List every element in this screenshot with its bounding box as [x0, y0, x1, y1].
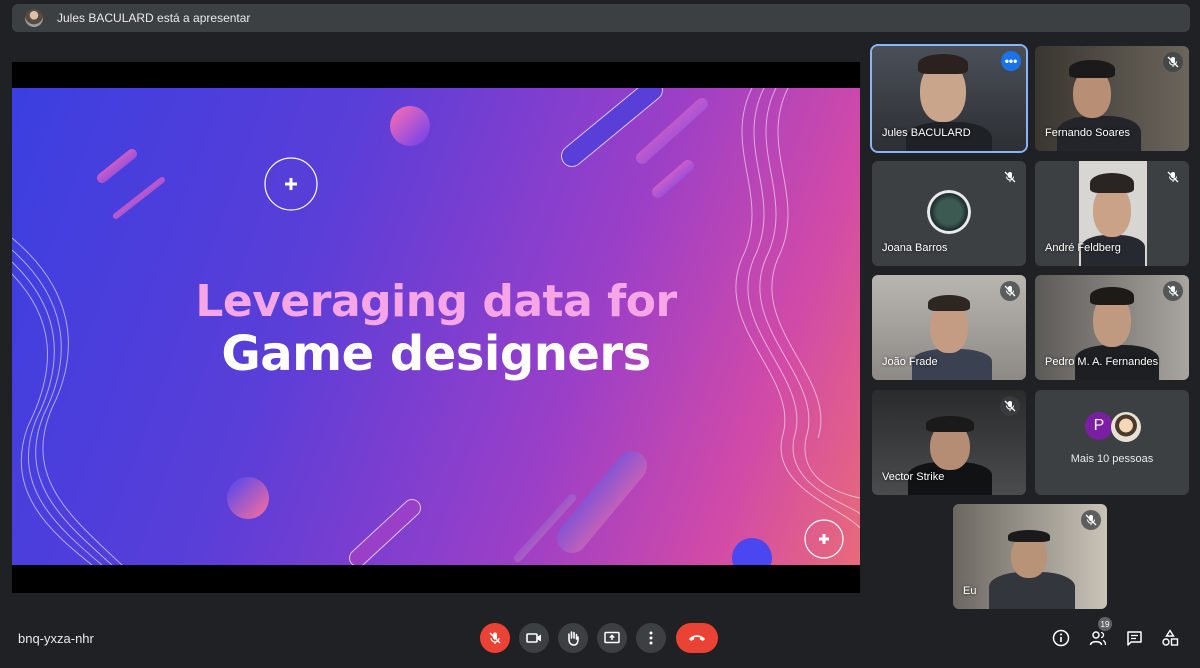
participants-button[interactable]	[1088, 628, 1108, 648]
participant-tile-pedro[interactable]: Pedro M. A. Fernandes	[1035, 275, 1189, 380]
present-screen-icon	[604, 631, 620, 644]
participant-tile-andre[interactable]: André Feldberg	[1035, 161, 1189, 266]
participant-tile-fernando[interactable]: Fernando Soares	[1035, 46, 1189, 151]
participant-count-badge: 19	[1098, 617, 1112, 631]
participant-tile-joana[interactable]: Joana Barros	[872, 161, 1026, 266]
participant-name: André Feldberg	[1045, 242, 1121, 254]
people-icon	[1089, 631, 1107, 646]
self-view-tile[interactable]: Eu	[953, 504, 1107, 609]
meeting-details-button[interactable]	[1051, 628, 1071, 648]
hang-up-icon	[689, 635, 705, 641]
more-vert-icon	[649, 631, 653, 645]
participant-tile-joao[interactable]: João Frade	[872, 275, 1026, 380]
mic-off-icon	[1081, 510, 1101, 530]
participant-name: Vector Strike	[882, 471, 945, 483]
slide-title-line2: Game designers	[221, 326, 651, 382]
chat-button[interactable]	[1124, 628, 1144, 648]
participant-name: Eu	[963, 585, 977, 597]
present-screen-button[interactable]	[597, 623, 627, 653]
mic-off-icon	[1163, 167, 1183, 187]
participant-tile-vector[interactable]: Vector Strike	[872, 390, 1026, 495]
activities-button[interactable]	[1160, 628, 1180, 648]
participant-name: Fernando Soares	[1045, 127, 1130, 139]
camera-toggle-button[interactable]	[519, 623, 549, 653]
mic-off-icon	[489, 632, 501, 644]
mic-off-icon	[1163, 52, 1183, 72]
camera-icon	[526, 633, 541, 643]
mic-toggle-button[interactable]	[480, 623, 510, 653]
chat-icon	[1126, 630, 1142, 646]
meeting-code: bnq-yxza-nhr	[18, 631, 94, 646]
mic-off-icon	[1000, 167, 1020, 187]
raise-hand-icon	[568, 631, 579, 646]
more-horiz-icon[interactable]: •••	[1001, 51, 1021, 71]
activities-icon	[1162, 629, 1179, 646]
participant-tile-jules[interactable]: ••• Jules BACULARD	[872, 46, 1026, 151]
raise-hand-button[interactable]	[558, 623, 588, 653]
presentation-slide: Leveraging data for Game designers	[12, 88, 860, 565]
presenting-banner: Jules BACULARD está a apresentar	[12, 4, 1190, 32]
more-options-button[interactable]	[636, 623, 666, 653]
participant-avatar	[1111, 412, 1141, 442]
presentation-stage[interactable]: Leveraging data for Game designers	[12, 62, 860, 593]
leave-call-button[interactable]	[676, 623, 718, 653]
mic-off-icon	[1000, 396, 1020, 416]
presenting-text: Jules BACULARD está a apresentar	[57, 11, 251, 25]
more-participants-tile[interactable]: P Mais 10 pessoas	[1035, 390, 1189, 495]
more-people-label: Mais 10 pessoas	[1070, 453, 1154, 465]
slide-title: Leveraging data for Game designers	[12, 276, 860, 380]
participant-name: Joana Barros	[882, 242, 948, 254]
mic-off-icon	[1000, 281, 1020, 301]
presenter-avatar	[25, 9, 43, 27]
participant-avatar	[927, 190, 971, 234]
more-people-group: P Mais 10 pessoas	[1035, 390, 1189, 495]
participant-name: Pedro M. A. Fernandes	[1045, 356, 1159, 368]
participant-name: Jules BACULARD	[882, 127, 971, 139]
mic-off-icon	[1163, 281, 1183, 301]
participant-name: João Frade	[882, 356, 938, 368]
participant-initial-avatar: P	[1085, 412, 1113, 440]
info-icon	[1052, 629, 1070, 647]
slide-title-line1: Leveraging data for	[195, 276, 677, 327]
